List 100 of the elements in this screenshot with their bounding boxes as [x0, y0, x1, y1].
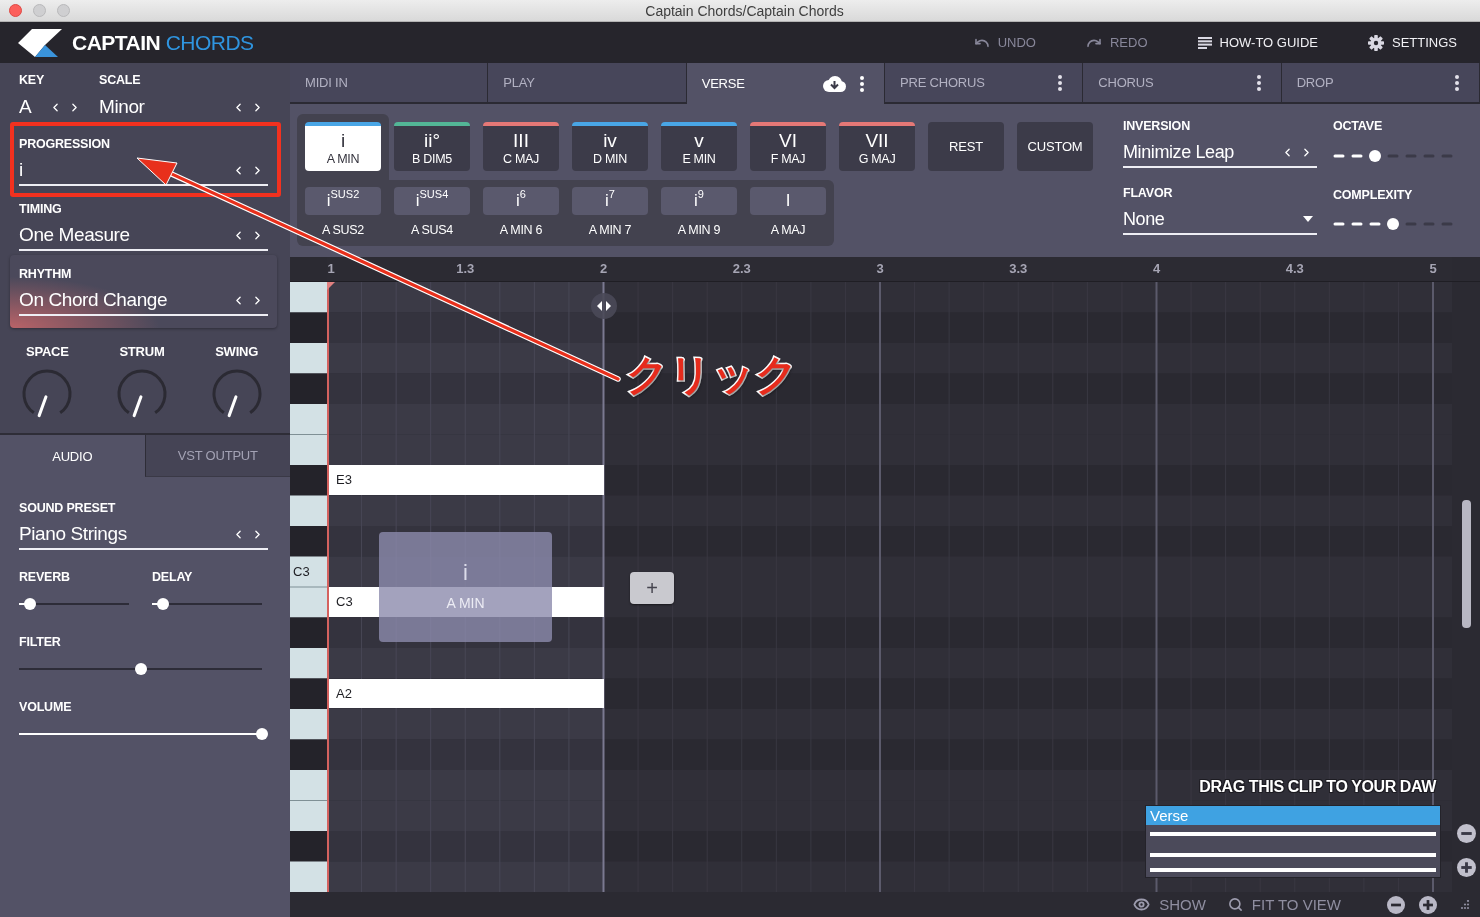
more-options-icon[interactable] [860, 75, 864, 92]
chord-block-numeral: i [463, 560, 468, 586]
ruler-label: 4.3 [1285, 261, 1304, 277]
sound-preset-selector[interactable]: Piano Strings [19, 520, 268, 550]
field-label: COMPLEXITY [1333, 187, 1413, 203]
knob[interactable] [210, 368, 263, 420]
slider-thumb[interactable] [157, 598, 169, 610]
ruler-label: 1 [327, 261, 335, 277]
piano-keyboard[interactable] [290, 282, 327, 892]
section-tab[interactable]: PRE CHORUS [885, 63, 1084, 104]
field-label: SCALE [99, 72, 141, 88]
rhythm-selector[interactable]: On Chord Change [19, 286, 268, 316]
chord-variation-button[interactable]: i$^{SUS4}$ [394, 187, 470, 215]
timing-selector[interactable]: One Measure [19, 221, 268, 251]
zoom-in-icon[interactable] [1456, 858, 1476, 877]
inversion-selector[interactable]: Minimize Leap [1123, 138, 1317, 168]
annotation-label: クリック [626, 350, 798, 400]
slider-thumb[interactable] [256, 728, 268, 740]
app-name: CAPTAIN CHORDS [72, 30, 254, 55]
chord-variation-label: A SUS2 [322, 222, 364, 238]
scale-selector[interactable]: Minor [99, 92, 268, 122]
section-tab[interactable]: MIDI IN [290, 63, 489, 104]
settings-button[interactable]: SETTINGS [1368, 34, 1457, 51]
output-tab[interactable]: VST OUTPUT [144, 435, 290, 477]
fit-button[interactable]: FIT TO VIEW [1227, 896, 1341, 913]
slider-label: REVERB [19, 569, 70, 585]
zoom-out-icon[interactable] [1387, 895, 1405, 914]
chord-variation-label: A MAJ [770, 222, 806, 238]
field-label: RHYTHM [19, 266, 72, 282]
step-slider-track[interactable] [1333, 149, 1453, 163]
search-icon [1227, 897, 1243, 912]
slider-label: VOLUME [19, 699, 72, 715]
chord-option-button[interactable]: REST [928, 122, 1004, 171]
ruler-label: 2 [599, 261, 608, 277]
field-label: INVERSION [1123, 118, 1190, 134]
zoom-out-icon[interactable] [1456, 824, 1476, 843]
logo-icon [18, 28, 62, 57]
settings-icon [1368, 34, 1384, 51]
slider-thumb[interactable] [1387, 218, 1399, 230]
chord-button[interactable]: i A MIN [305, 122, 381, 171]
ruler-label: 1.3 [456, 261, 475, 277]
knob[interactable] [21, 368, 74, 420]
scrollbar-thumb[interactable] [1461, 500, 1471, 628]
chord-button[interactable]: III C MAJ [483, 122, 559, 171]
chord-block-name: A MIN [446, 595, 485, 611]
knob-label: STRUM [119, 344, 165, 360]
knob-label: SWING [215, 344, 259, 360]
chord-variation-button[interactable]: i$^{SUS2}$ [305, 187, 381, 215]
field-label: PROGRESSION [19, 136, 110, 152]
section-tab[interactable]: CHORUS [1083, 63, 1282, 104]
chord-variation-button[interactable]: i$^{7}$ [572, 187, 648, 215]
slider-thumb[interactable] [1369, 150, 1381, 162]
dropdown-caret-icon[interactable] [1303, 216, 1313, 222]
slider-label: FILTER [19, 634, 61, 650]
step-slider-track[interactable] [1333, 217, 1453, 231]
field-label: FLAVOR [1123, 185, 1173, 201]
resize-grip-icon[interactable] [1460, 899, 1470, 910]
guide-button[interactable]: HOW-TO GUIDE [1197, 35, 1318, 50]
flavor-dropdown[interactable]: None [1123, 205, 1317, 235]
chord-variation-label: A MIN 9 [677, 222, 721, 238]
section-tab[interactable]: VERSE [686, 63, 885, 104]
ruler-label: 3 [876, 261, 884, 277]
show-button[interactable]: SHOW [1133, 896, 1206, 913]
zoom-in-icon[interactable] [1419, 895, 1437, 914]
field-label: SOUND PRESET [19, 500, 116, 516]
chord-button[interactable]: ii° B DIM5 [394, 122, 470, 171]
field-label: OCTAVE [1333, 118, 1383, 134]
chord-variation-button[interactable]: i$^{6}$ [483, 187, 559, 215]
eye-icon [1133, 896, 1151, 913]
clip-title: Verse [1146, 806, 1440, 825]
more-options-icon[interactable] [1454, 74, 1459, 91]
chord-button[interactable]: VII G MAJ [839, 122, 915, 171]
ruler-label: 4 [1152, 261, 1161, 277]
knob[interactable] [116, 368, 168, 420]
chord-button[interactable]: VI F MAJ [750, 122, 826, 171]
chord-variation-label: A MIN 7 [588, 222, 632, 238]
slider-thumb[interactable] [134, 663, 147, 675]
chord-button[interactable]: v E MIN [661, 122, 737, 171]
ruler-label: 2.3 [732, 261, 751, 277]
chord-option-button[interactable]: CUSTOM [1017, 122, 1093, 171]
slider-thumb[interactable] [24, 598, 36, 610]
section-tab[interactable]: DROP [1281, 63, 1480, 104]
output-tab[interactable]: AUDIO [0, 435, 145, 477]
section-tab[interactable]: PLAY [488, 63, 687, 104]
more-options-icon[interactable] [1256, 74, 1261, 91]
chord-variation-label: A SUS4 [411, 222, 453, 238]
chord-button[interactable]: iv D MIN [572, 122, 648, 171]
key-selector[interactable]: A [19, 92, 85, 122]
cloud-download-icon[interactable] [822, 75, 846, 92]
text-lines-icon [1197, 36, 1212, 49]
ruler-label: 5 [1429, 261, 1437, 277]
more-options-icon[interactable] [1058, 74, 1063, 91]
drag-hint: DRAG THIS CLIP TO YOUR DAW [1199, 778, 1436, 796]
chord-variation-label: A MIN 6 [499, 222, 543, 238]
chord-variation-button[interactable]: i$^{9}$ [661, 187, 737, 215]
chord-variation-button[interactable]: I [750, 187, 826, 215]
close-button[interactable] [9, 4, 22, 17]
field-label: TIMING [19, 201, 62, 217]
window-title: Captain Chords/Captain Chords [645, 2, 844, 19]
slider-label: DELAY [152, 569, 193, 585]
